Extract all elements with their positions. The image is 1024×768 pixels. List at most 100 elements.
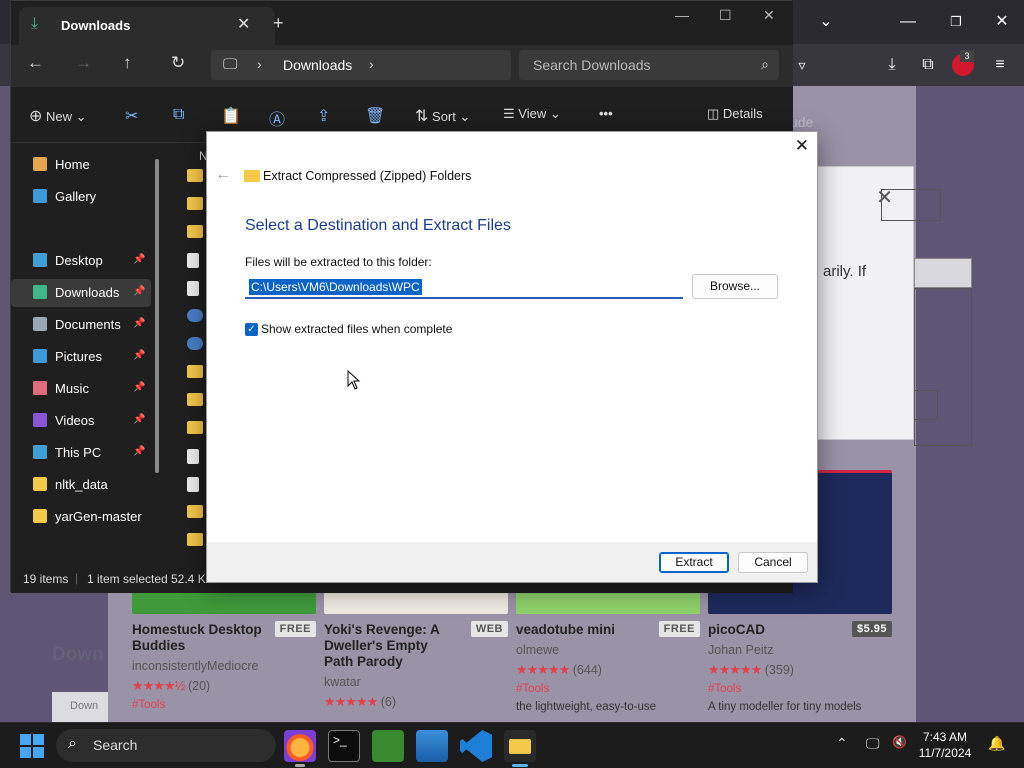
sidebar-item-nltk-data[interactable]: nltk_data	[11, 471, 151, 499]
taskbar-search[interactable]: ⌕ Search	[56, 729, 276, 762]
browse-button[interactable]: Browse...	[692, 274, 778, 299]
pin-icon[interactable]: 📌	[133, 382, 145, 393]
file-explorer-icon[interactable]	[504, 730, 536, 767]
share-icon[interactable]: ⇪	[317, 106, 330, 126]
game-title[interactable]: Yoki's Revenge: A Dweller's Empty Path P…	[324, 622, 456, 670]
pin-icon[interactable]: 📌	[133, 318, 145, 329]
game-title[interactable]: Homestuck Desktop Buddies	[132, 622, 264, 654]
address-path[interactable]: Downloads	[283, 57, 352, 73]
restore-icon[interactable]: ❐	[940, 6, 972, 38]
folder-icon[interactable]	[187, 393, 203, 406]
show-files-checkbox[interactable]: ✓	[245, 323, 258, 336]
document-icon[interactable]	[187, 477, 199, 492]
back-arrow-icon[interactable]: ←	[215, 166, 231, 184]
new-button[interactable]: ⊕ New ⌄	[29, 106, 87, 126]
chevron-right-icon[interactable]: ›	[369, 56, 374, 72]
delete-icon[interactable]: 🗑	[365, 106, 385, 126]
nav-scrollbar[interactable]	[155, 159, 159, 473]
tab-close-icon[interactable]: ✕	[237, 14, 250, 34]
sidebar-item-yargen-master[interactable]: yarGen-master	[11, 503, 151, 531]
game-title[interactable]: veadotube mini	[516, 622, 648, 638]
folder-icon[interactable]	[187, 533, 203, 546]
popup-button[interactable]	[881, 189, 941, 221]
address-bar[interactable]: 🖵 › Downloads ›	[211, 50, 511, 80]
download-button[interactable]: Down	[52, 692, 108, 722]
view-button[interactable]: ☰ View ⌄	[503, 106, 561, 122]
minimize-icon[interactable]: —	[675, 7, 689, 23]
close-icon[interactable]: ✕	[763, 7, 775, 24]
rename-icon[interactable]: Ⓐ	[269, 106, 285, 130]
sidebar-item-gallery[interactable]: Gallery	[11, 183, 151, 211]
firefox-icon[interactable]	[284, 730, 316, 767]
folder-icon[interactable]	[187, 421, 203, 434]
clock[interactable]: 7:43 AM 11/7/2024	[912, 729, 978, 761]
vscode-icon[interactable]	[460, 730, 492, 762]
game-author[interactable]: kwatar	[324, 675, 508, 689]
puzzle-icon[interactable]: ⧉	[912, 49, 944, 81]
explorer-tab[interactable]: ⤓ Downloads ✕	[19, 7, 275, 45]
tab-list-chevron-icon[interactable]: ⌄	[810, 6, 842, 38]
up-arrow-icon[interactable]: ↑	[123, 53, 132, 73]
menu-icon[interactable]: ≡	[984, 49, 1016, 81]
destination-path-input[interactable]: C:\Users\VM6\Downloads\WPC	[245, 276, 683, 299]
close-icon[interactable]: ✕	[986, 6, 1018, 38]
sidebar-item-desktop[interactable]: Desktop 📌	[11, 247, 151, 275]
game-author[interactable]: olmewe	[516, 643, 700, 657]
folder-icon[interactable]	[187, 505, 203, 518]
more-options-icon[interactable]: •••	[599, 106, 613, 121]
game-author[interactable]: Johan Peitz	[708, 643, 892, 657]
back-arrow-icon[interactable]: ←	[27, 53, 44, 73]
document-icon[interactable]	[187, 253, 199, 268]
terminal-icon[interactable]: >_	[328, 730, 360, 762]
folder-icon[interactable]	[187, 225, 203, 238]
minimize-icon[interactable]: —	[892, 6, 924, 38]
notification-bell-icon[interactable]: 🔔	[988, 735, 1005, 752]
sidebar-item-home[interactable]: Home	[11, 151, 151, 179]
download-icon[interactable]: ⤓	[876, 49, 908, 81]
sidebar-item-this-pc[interactable]: This PC 📌	[11, 439, 151, 467]
sidebar-item-music[interactable]: Music 📌	[11, 375, 151, 403]
game-tag[interactable]: #Tools	[708, 683, 892, 695]
chevron-up-icon[interactable]: ⌃	[836, 735, 848, 752]
windows-start-icon[interactable]	[20, 734, 44, 758]
pin-icon[interactable]: 📌	[133, 254, 145, 265]
copy-icon[interactable]: ⧉	[173, 106, 184, 124]
sidebar-item-downloads[interactable]: Downloads 📌	[11, 279, 151, 307]
document-icon[interactable]	[187, 281, 199, 296]
cut-icon[interactable]: ✂	[125, 106, 138, 126]
details-button[interactable]: ◫ Details	[707, 106, 763, 122]
photos-icon[interactable]	[416, 730, 448, 762]
game-author[interactable]: inconsistentlyMediocre	[132, 659, 316, 673]
paste-icon[interactable]: 📋	[221, 106, 241, 126]
game-title[interactable]: picoCAD	[708, 622, 840, 638]
app-icon[interactable]	[187, 337, 203, 350]
checkbox-label[interactable]: Show extracted files when complete	[261, 322, 452, 336]
cancel-button[interactable]: Cancel	[738, 552, 808, 573]
folder-icon[interactable]	[187, 169, 203, 182]
pin-icon[interactable]: 📌	[133, 350, 145, 361]
folder-icon[interactable]	[187, 365, 203, 378]
new-tab-icon[interactable]: +	[273, 13, 284, 34]
close-icon[interactable]: ✕	[795, 136, 809, 156]
pin-icon[interactable]: 📌	[133, 286, 145, 297]
notepad-plus-plus-icon[interactable]	[372, 730, 404, 762]
sort-button[interactable]: ⇅ Sort ⌄	[415, 106, 470, 126]
forward-arrow-icon[interactable]: →	[75, 53, 92, 73]
sidebar-item-videos[interactable]: Videos 📌	[11, 407, 151, 435]
folder-icon[interactable]	[187, 197, 203, 210]
refresh-icon[interactable]: ↻	[171, 53, 185, 73]
network-icon[interactable]: 🖵	[866, 735, 880, 752]
pin-icon[interactable]: 📌	[133, 414, 145, 425]
extract-button[interactable]: Extract	[659, 552, 729, 573]
app-icon[interactable]	[187, 309, 203, 322]
game-tag[interactable]: #Tools	[132, 699, 316, 711]
document-icon[interactable]	[187, 449, 199, 464]
sidebar-item-pictures[interactable]: Pictures 📌	[11, 343, 151, 371]
volume-muted-icon[interactable]: 🔇	[892, 735, 907, 749]
search-box[interactable]: Search Downloads ⌕	[519, 50, 779, 80]
pin-icon[interactable]: 📌	[133, 446, 145, 457]
game-tag[interactable]: #Tools	[516, 683, 700, 695]
maximize-icon[interactable]: ☐	[719, 7, 732, 24]
sidebar-item-label: yarGen-master	[55, 509, 142, 524]
sidebar-item-documents[interactable]: Documents 📌	[11, 311, 151, 339]
